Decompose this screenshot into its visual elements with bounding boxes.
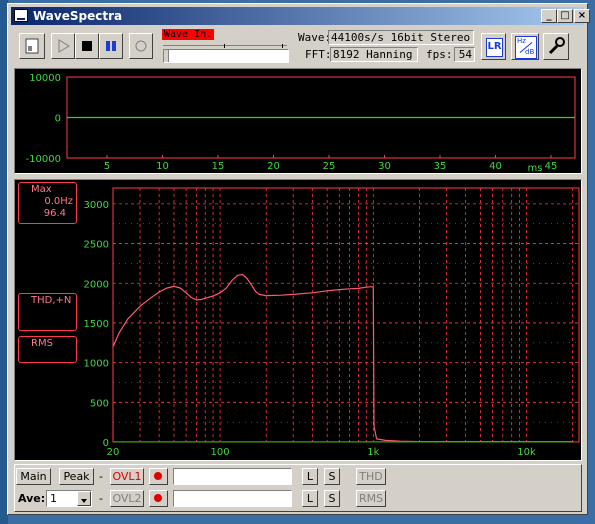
loop-button[interactable] [129, 33, 153, 59]
title-bar[interactable]: WaveSpectra _ □ × [11, 7, 590, 25]
waveform-x-tick-label: 10 [156, 161, 169, 172]
fps-label: fps: [426, 48, 453, 61]
play-icon [58, 39, 70, 53]
hz-text: Hz [517, 37, 526, 45]
spectrum-x-tick-label: 20 [107, 447, 120, 458]
ovl2-save-button[interactable]: S [324, 490, 340, 507]
spectrum-y-tick-label: 2500 [84, 240, 109, 251]
lr-icon: LR [486, 38, 503, 57]
waveform-x-tick-label: 45 [545, 161, 558, 172]
peak-button[interactable]: Peak [59, 468, 94, 485]
average-label: Ave: [18, 492, 46, 505]
waveform-x-unit: ms [528, 163, 543, 173]
record-dot-icon [154, 472, 162, 480]
slider-tick [224, 44, 225, 48]
spectrum-frame [112, 187, 580, 443]
pause-button[interactable] [99, 33, 123, 59]
ovl1-name-field[interactable] [173, 468, 292, 485]
rms-label: RMS [31, 338, 53, 349]
waveform-x-tick-label: 35 [434, 161, 447, 172]
slider-thumb[interactable] [164, 50, 169, 62]
max-frequency: 0.0Hz [44, 196, 73, 207]
rms-button[interactable]: RMS [356, 490, 386, 507]
fft-label: FFT: [305, 48, 332, 61]
wavespectra-window: WaveSpectra _ □ × Wave In. Wave: 44100s/… [7, 3, 590, 515]
max-value: 96.4 [43, 208, 66, 219]
dropdown-arrow-button[interactable] [77, 491, 91, 506]
pause-icon [106, 41, 116, 51]
spectrum-y-tick-label: 1000 [84, 359, 109, 370]
thd-button[interactable]: THD [356, 468, 386, 485]
wrench-icon [548, 37, 565, 55]
spectrum-x-tick-label: 1k [367, 447, 379, 458]
waveform-x-tick-label: 20 [267, 161, 280, 172]
spectrum-y-tick-label: 1500 [84, 319, 109, 330]
play-button[interactable] [51, 33, 75, 59]
waveform-x-tick-label: 15 [212, 161, 225, 172]
average-value: 1 [50, 492, 57, 505]
waveform-x-tick-label: 25 [323, 161, 336, 172]
spectrum-y-tick-label: 500 [90, 398, 109, 409]
ovl1-record-button[interactable] [149, 468, 168, 485]
thd-readout-box: THD,+N [18, 293, 77, 331]
spectrum-plot: 30002500200015001000500020 100 1k 10k [84, 187, 580, 458]
window-title: WaveSpectra [33, 9, 123, 23]
waveform-plot: 10000 0 -10000 5 10 15 20 25 30 35 40 45ms [26, 73, 576, 174]
hz-db-icon: Hz dB [515, 36, 537, 59]
hz-db-button[interactable]: Hz dB [511, 33, 539, 60]
slider-tick [282, 44, 283, 48]
thd-label: THD,+N [31, 295, 72, 306]
spectrum-panel[interactable]: 3000 2500 2000 1500 1000 500 0 20 100 1k 10k Max 0… [14, 179, 582, 461]
wave-format-field: 44100s/s 16bit Stereo [328, 30, 474, 45]
lr-channel-button[interactable]: LR [481, 33, 506, 60]
dash-separator: - [99, 492, 103, 505]
record-file-button[interactable] [19, 33, 45, 59]
file-record-icon [25, 38, 39, 54]
spectrum-trace-main [112, 273, 573, 443]
ovl2-record-button[interactable] [149, 490, 168, 507]
spectrum-y-tick-label: 3000 [84, 200, 109, 211]
average-select[interactable]: 1 [46, 490, 92, 507]
maximize-button[interactable]: □ [557, 9, 573, 23]
waveform-panel[interactable]: 10000 0 -10000 5 10 15 20 25 30 35 40 45 ms [14, 68, 582, 174]
rms-readout-box: RMS [18, 336, 77, 363]
waveform-x-tick-label: 40 [489, 161, 502, 172]
app-icon[interactable] [14, 9, 28, 22]
spectrum-x-tick-label: 100 [211, 447, 230, 458]
waveform-x-tick-label: 30 [378, 161, 391, 172]
ovl2-load-button[interactable]: L [302, 490, 318, 507]
db-text: dB [525, 48, 535, 56]
waveform-y-tick-label: 0 [55, 114, 61, 125]
wave-in-badge: Wave In. [162, 29, 215, 40]
waveform-y-tick-label: 10000 [29, 73, 61, 84]
settings-button[interactable] [543, 33, 569, 60]
ovl1-load-button[interactable]: L [302, 468, 318, 485]
close-button[interactable]: × [574, 9, 590, 23]
record-dot-icon [154, 494, 162, 502]
loop-icon [135, 40, 147, 52]
waveform-y-tick-label: -10000 [26, 154, 61, 165]
fps-value: 54 [454, 47, 475, 62]
wave-label: Wave: [298, 31, 332, 44]
ovl2-button[interactable]: OVL2 [110, 490, 144, 507]
dash-separator: - [99, 470, 103, 483]
spectrum-x-tick-label: 10k [517, 447, 536, 458]
ovl2-name-field[interactable] [173, 490, 292, 507]
ovl1-save-button[interactable]: S [324, 468, 340, 485]
max-readout-box: Max 0.0Hz 96.4 [18, 182, 77, 224]
max-label: Max [31, 184, 52, 195]
stop-button[interactable] [75, 33, 99, 59]
waveform-x-tick-label: 5 [104, 161, 110, 172]
volume-slider-track[interactable] [163, 45, 287, 46]
ovl1-button[interactable]: OVL1 [110, 468, 144, 485]
minimize-button[interactable]: _ [541, 9, 557, 23]
chevron-down-icon [81, 499, 87, 503]
spectrum-y-tick-label: 2000 [84, 279, 109, 290]
main-button[interactable]: Main [16, 468, 51, 485]
volume-slider[interactable] [163, 49, 289, 63]
stop-icon [82, 41, 92, 51]
fft-setting-field: 8192 Hanning [330, 47, 418, 62]
